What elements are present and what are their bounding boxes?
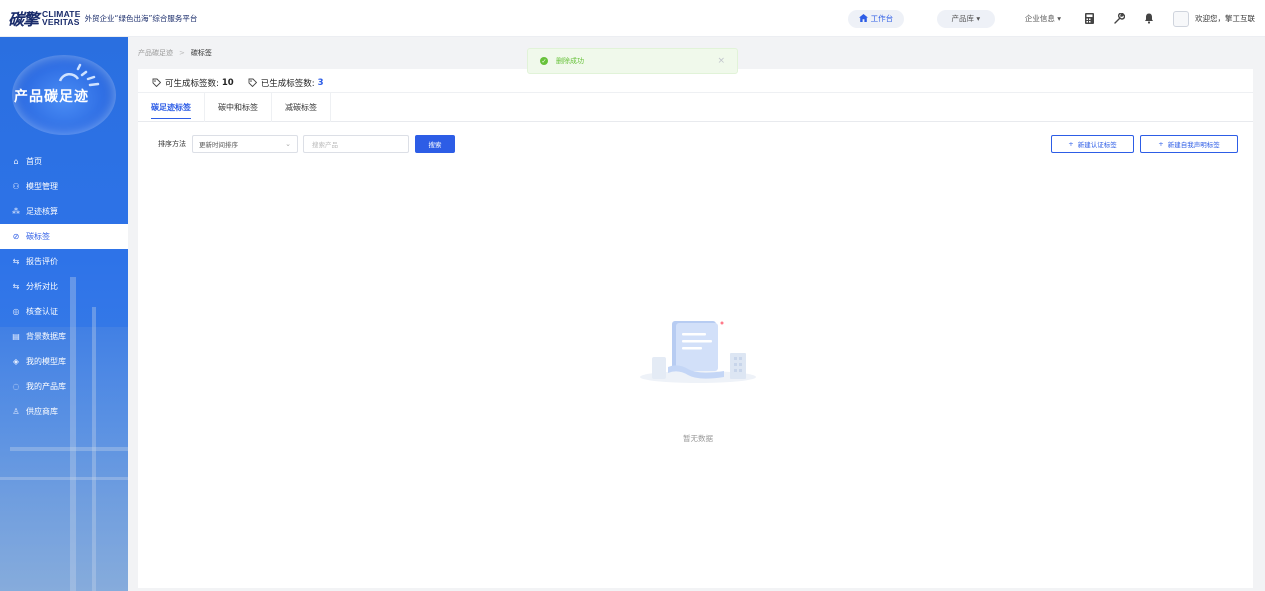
plus-icon: + — [1068, 140, 1074, 148]
available-count-label: 可生成标签数: — [165, 79, 219, 89]
toast-message: 删除成功 — [556, 57, 584, 65]
sidebar-item-analysis-compare[interactable]: ⇆ 分析对比 — [0, 274, 128, 299]
search-button[interactable]: 搜索 — [415, 135, 455, 153]
brand-logo[interactable]: 碳擎 CLIMATE VERITAS 外贸企业“绿色出海”综合服务平台 — [8, 6, 197, 30]
sidebar-title: 产品碳足迹 — [14, 89, 89, 105]
close-icon[interactable]: × — [717, 56, 725, 66]
tagline: 外贸企业“绿色出海”综合服务平台 — [84, 13, 198, 23]
cube-icon: ◈ — [12, 357, 20, 366]
sidebar-item-footprint-accounting[interactable]: ⁂ 足迹核算 — [0, 199, 128, 224]
new-certified-label-button[interactable]: + 新建认证标签 — [1051, 135, 1134, 153]
sidebar-item-suppliers[interactable]: ♙ 供应商库 — [0, 399, 128, 424]
tag-icon: ⊘ — [12, 232, 20, 241]
available-count-value: 10 — [221, 78, 234, 88]
company-info-dropdown[interactable]: 企业信息 ▾ — [1025, 13, 1061, 24]
success-toast: ✓ 删除成功 × — [527, 48, 738, 74]
model-icon: ⚇ — [12, 182, 20, 191]
top-right-actions: 工作台 产品库 ▾ 企业信息 ▾ 欢迎您，擎工互联 — [847, 0, 1255, 37]
tag-icon — [152, 78, 162, 89]
home-icon: ⌂ — [13, 157, 19, 166]
shield-icon: ◎ — [12, 307, 20, 316]
report-icon: ⇆ — [12, 257, 20, 266]
new-self-declared-label-button[interactable]: + 新建自我声明标签 — [1140, 135, 1238, 153]
chevron-down-icon: ⌄ — [285, 140, 291, 148]
sidebar-item-home[interactable]: ⌂ 首页 — [0, 149, 128, 174]
sun-rays-icon — [58, 63, 100, 87]
sidebar-item-my-products[interactable]: ◌ 我的产品库 — [0, 374, 128, 399]
breadcrumb-current: 碳标签 — [190, 49, 212, 57]
tab-carbon-footprint-label[interactable]: 碳足迹标签 — [138, 93, 205, 122]
sidebar-item-model-management[interactable]: ⚇ 模型管理 — [0, 174, 128, 199]
welcome-text: 欢迎您，擎工互联 — [1195, 14, 1255, 23]
generated-count-value: 3 — [317, 78, 324, 88]
sidebar-pipe — [10, 447, 128, 451]
sidebar: 产品碳足迹 ⌂ 首页 ⚇ 模型管理 ⁂ 足迹核算 ⊘ 碳标签 ⇆ 报告评价 ⇆ 分析对比 ◎… — [0, 37, 128, 591]
sidebar-pipe — [0, 477, 128, 480]
sidebar-item-background-db[interactable]: ▤ 背景数据库 — [0, 324, 128, 349]
search-input[interactable]: 搜索产品 — [303, 135, 409, 153]
top-bar: 碳擎 CLIMATE VERITAS 外贸企业“绿色出海”综合服务平台 工作台 … — [0, 0, 1265, 37]
sidebar-item-carbon-label[interactable]: ⊘ 碳标签 — [0, 224, 128, 249]
supplier-icon: ♙ — [12, 407, 20, 416]
breadcrumb: 产品碳足迹 > 碳标签 — [138, 48, 212, 58]
bell-icon[interactable] — [1143, 13, 1155, 25]
sort-label: 排序方法 — [158, 140, 186, 148]
sidebar-header: 产品碳足迹 — [0, 37, 128, 137]
breadcrumb-separator: > — [179, 49, 185, 57]
product-library-dropdown[interactable]: 产品库 ▾ — [936, 9, 995, 28]
avatar[interactable] — [1173, 10, 1189, 27]
plus-icon: + — [1158, 140, 1164, 148]
product-icon: ◌ — [12, 382, 20, 391]
database-icon: ▤ — [12, 332, 20, 341]
sort-select[interactable]: 更新时间排序 ⌄ — [192, 135, 298, 153]
sidebar-item-my-models[interactable]: ◈ 我的模型库 — [0, 349, 128, 374]
label-stats: 可生成标签数: 10 已生成标签数: 3 — [152, 77, 324, 89]
wrench-icon[interactable] — [1113, 13, 1125, 25]
sidebar-nav: ⌂ 首页 ⚇ 模型管理 ⁂ 足迹核算 ⊘ 碳标签 ⇆ 报告评价 ⇆ 分析对比 ◎ 核查认证 ▤… — [0, 149, 128, 424]
logo-cn: 碳擎 — [8, 10, 39, 29]
sidebar-item-report-evaluation[interactable]: ⇆ 报告评价 — [0, 249, 128, 274]
logo-en: CLIMATE VERITAS — [42, 9, 81, 27]
content-card: 可生成标签数: 10 已生成标签数: 3 碳足迹标签 碳中和标签 减碳标签 排序… — [138, 69, 1253, 588]
calculator-icon[interactable] — [1083, 13, 1095, 25]
footprint-icon: ⁂ — [12, 207, 20, 216]
label-tabs: 碳足迹标签 碳中和标签 减碳标签 — [138, 92, 1253, 122]
generated-count-label: 已生成标签数: — [260, 79, 315, 89]
compare-icon: ⇆ — [12, 282, 20, 291]
breadcrumb-parent[interactable]: 产品碳足迹 — [138, 49, 173, 57]
empty-state-text: 暂无数据 — [683, 434, 713, 443]
tab-carbon-reduction-label[interactable]: 减碳标签 — [272, 93, 331, 122]
sidebar-item-verification[interactable]: ◎ 核查认证 — [0, 299, 128, 324]
tag-icon — [248, 78, 257, 89]
workbench-button[interactable]: 工作台 — [847, 9, 904, 28]
check-circle-icon: ✓ — [540, 57, 548, 65]
empty-state-illustration — [638, 319, 758, 388]
main-content: 产品碳足迹 > 碳标签 可生成标签数: 10 已生成标签数: 3 碳足迹标签 碳中和… — [128, 37, 1265, 591]
filter-bar: 排序方法 更新时间排序 ⌄ 搜索产品 搜索 — [158, 135, 455, 153]
tab-carbon-neutral-label[interactable]: 碳中和标签 — [205, 93, 272, 122]
home-icon — [858, 13, 868, 24]
